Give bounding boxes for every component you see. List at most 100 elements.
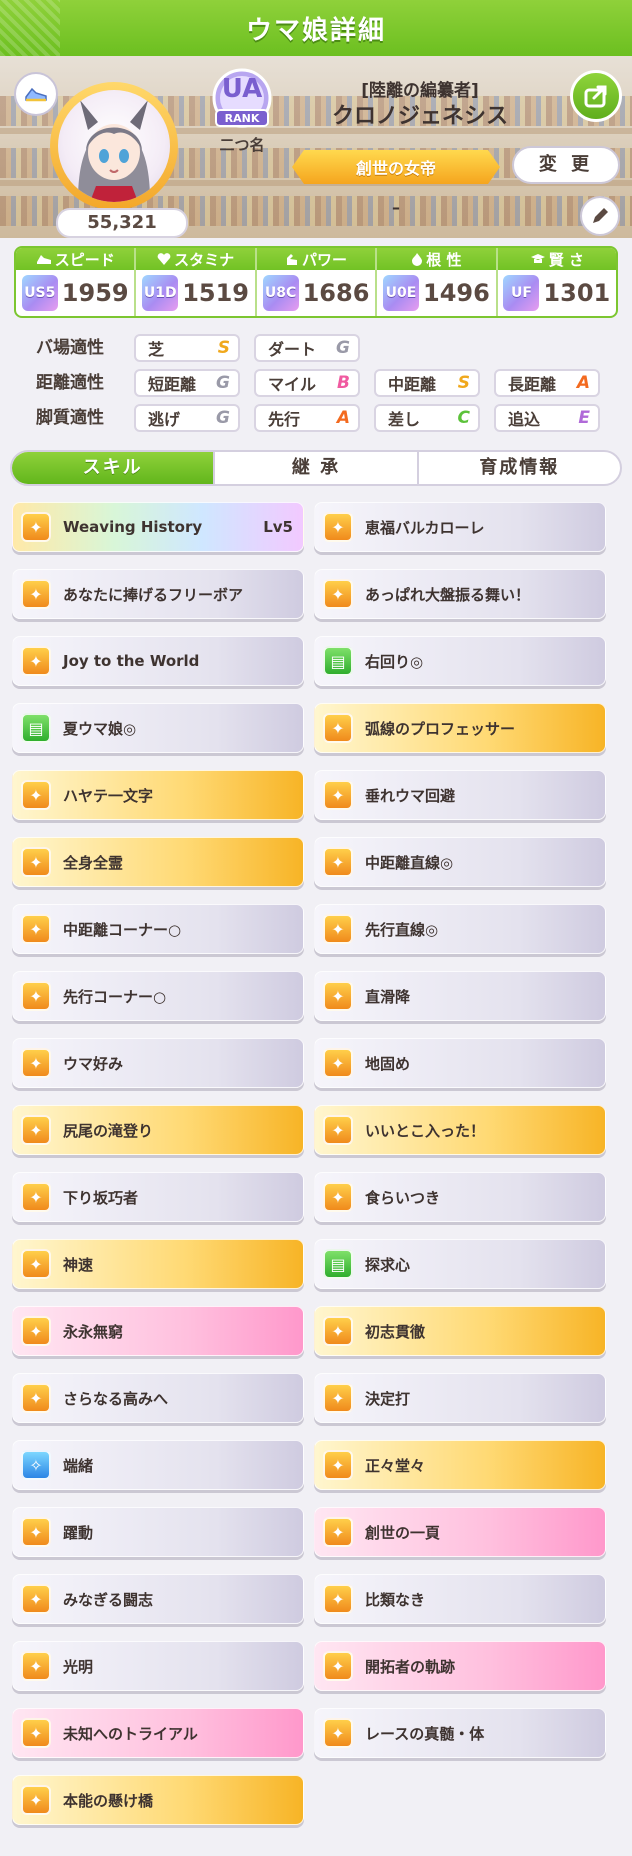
aptitude-name: 長距離 — [508, 375, 557, 394]
skill-item[interactable]: ✦ 垂れウマ回避 — [314, 770, 606, 820]
skill-item[interactable]: ✦ 全身全霊 — [12, 837, 304, 887]
skill-item[interactable]: ✦ みなぎる闘志 — [12, 1574, 304, 1624]
pencil-icon — [593, 208, 608, 223]
tab-skills[interactable]: スキル — [12, 452, 214, 484]
skill-item[interactable]: ✦ 本能の懸け橋 — [12, 1775, 304, 1825]
aptitude-chip: 中距離 S — [374, 369, 480, 397]
skill-item[interactable]: ✦ 未知へのトライアル — [12, 1708, 304, 1758]
aptitude-grade: G — [216, 408, 230, 428]
skill-speed-icon: ✦ — [323, 1182, 353, 1212]
skill-item[interactable]: ✧ 端緒 — [12, 1440, 304, 1490]
skill-name: Weaving History — [63, 518, 203, 536]
skill-name: 創世の一頁 — [365, 1523, 441, 1542]
skill-item[interactable]: ✦ 先行コーナー○ — [12, 971, 304, 1021]
skill-item[interactable]: ✦ 決定打 — [314, 1373, 606, 1423]
aptitude-chip: 芝 S — [134, 334, 240, 362]
skill-speed-icon: ✦ — [21, 914, 51, 944]
stat-power: パワー U8C 1686 — [256, 248, 378, 316]
share-button[interactable] — [570, 70, 622, 122]
skill-item[interactable]: ✦ 中距離直線◎ — [314, 837, 606, 887]
skill-item[interactable]: ✦ レースの真髄・体 — [314, 1708, 606, 1758]
skill-item[interactable]: ✦ 躍動 — [12, 1507, 304, 1557]
change-epithet-button[interactable]: 変 更 — [512, 146, 620, 184]
skill-item[interactable]: ✦ 初志貫徹 — [314, 1306, 606, 1356]
edit-memo-button[interactable] — [580, 196, 620, 236]
skill-item[interactable]: ✦ 中距離コーナー○ — [12, 904, 304, 954]
skill-item[interactable]: ✦ 弧線のプロフェッサー — [314, 703, 606, 753]
skill-item[interactable]: ✦ Weaving History Lv5 — [12, 502, 304, 552]
skill-name: 中距離直線◎ — [365, 853, 454, 872]
stats-panel: スピード US5 1959 スタミナ U1D 1519 パワー U8C 1686… — [14, 246, 618, 318]
skill-speed-icon: ✦ — [21, 1517, 51, 1547]
skill-name: 先行直線◎ — [365, 920, 439, 939]
stat-body: U8C 1686 — [257, 270, 375, 316]
skill-item[interactable]: ✦ あなたに捧げるフリーボア — [12, 569, 304, 619]
skill-item[interactable]: ▤ 夏ウマ娘◎ — [12, 703, 304, 753]
skill-item[interactable]: ✦ Joy to the World — [12, 636, 304, 686]
share-icon — [584, 85, 607, 108]
stat-grade-badge: U8C — [262, 275, 299, 311]
skill-item[interactable]: ✦ 地固め — [314, 1038, 606, 1088]
track-aptitude-label: バ場適性 — [36, 338, 104, 358]
aptitude-chip: ダート G — [254, 334, 360, 362]
skill-speed-icon: ✦ — [21, 847, 51, 877]
skill-item[interactable]: ✦ 創世の一頁 — [314, 1507, 606, 1557]
skill-item[interactable]: ▤ 探求心 — [314, 1239, 606, 1289]
skill-item[interactable]: ▤ 右回り◎ — [314, 636, 606, 686]
skill-name: さらなる高みへ — [63, 1389, 169, 1408]
stat-label: パワー — [302, 250, 348, 269]
skill-item[interactable]: ✦ 神速 — [12, 1239, 304, 1289]
aptitude-grade: A — [336, 408, 350, 428]
skill-speed-icon: ✦ — [21, 1383, 51, 1413]
aptitude-chip: 追込 E — [494, 404, 600, 432]
skill-item[interactable]: ✦ 先行直線◎ — [314, 904, 606, 954]
stat-stamina: スタミナ U1D 1519 — [136, 248, 257, 316]
rank-badge-text: UA — [221, 74, 263, 104]
stat-header: パワー — [256, 248, 376, 270]
skill-speed-icon: ✦ — [21, 1115, 51, 1145]
skill-item[interactable]: ✦ いいとこ入った！ — [314, 1105, 606, 1155]
skill-item[interactable]: ✦ 食らいつき — [314, 1172, 606, 1222]
skill-item[interactable]: ✦ 光明 — [12, 1641, 304, 1691]
skill-name: 食らいつき — [365, 1188, 441, 1207]
stat-body: UF 1301 — [498, 270, 616, 316]
skill-name: 端緒 — [63, 1456, 94, 1475]
skill-item[interactable]: ✦ ハヤテ一文字 — [12, 770, 304, 820]
skill-name: 直滑降 — [365, 987, 411, 1006]
stat-label: 賢 さ — [548, 250, 584, 269]
skill-item[interactable]: ✦ 正々堂々 — [314, 1440, 606, 1490]
aptitude-chip: 差し C — [374, 404, 480, 432]
shoe-icon — [36, 255, 51, 264]
tab-training-info[interactable]: 育成情報 — [416, 452, 620, 484]
shoe-button[interactable] — [14, 72, 58, 116]
skill-name: 正々堂々 — [365, 1456, 426, 1475]
skill-name: あっぱれ大盤振る舞い！ — [365, 585, 531, 604]
skill-item[interactable]: ✦ 尻尾の滝登り — [12, 1105, 304, 1155]
skill-name: 恵福バルカローレ — [365, 518, 485, 537]
skill-item[interactable]: ✦ 比類なき — [314, 1574, 606, 1624]
skill-speed-icon: ✦ — [323, 1316, 353, 1346]
distance-aptitude-row: 距離適性 短距離 G マイル B 中距離 S 長距離 A — [0, 367, 632, 399]
skill-speed-icon: ✦ — [323, 1517, 353, 1547]
skill-green-icon: ▤ — [323, 646, 353, 676]
skill-speed-icon: ✦ — [21, 579, 51, 609]
character-portrait-icon — [78, 100, 150, 202]
aptitude-grade: E — [578, 408, 590, 428]
skill-item[interactable]: ✦ 下り坂巧者 — [12, 1172, 304, 1222]
style-aptitude-label: 脚質適性 — [36, 408, 104, 428]
stat-speed: スピード US5 1959 — [16, 248, 137, 316]
rank-badge[interactable]: UA RANK — [206, 66, 278, 138]
skill-item[interactable]: ✦ ウマ好み — [12, 1038, 304, 1088]
skill-speed-icon: ✦ — [323, 1651, 353, 1681]
tab-inheritance[interactable]: 継 承 — [213, 452, 416, 484]
aptitude-grade: C — [457, 408, 470, 428]
skill-item[interactable]: ✦ 直滑降 — [314, 971, 606, 1021]
skill-item[interactable]: ✦ あっぱれ大盤振る舞い！ — [314, 569, 606, 619]
stat-grade-badge: UF — [503, 275, 540, 311]
skill-item[interactable]: ✦ 開拓者の軌跡 — [314, 1641, 606, 1691]
stat-label: 根 性 — [426, 250, 462, 269]
skill-item[interactable]: ✦ さらなる高みへ — [12, 1373, 304, 1423]
skill-item[interactable]: ✦ 恵福バルカローレ — [314, 502, 606, 552]
avatar[interactable] — [50, 82, 178, 210]
skill-item[interactable]: ✦ 永永無窮 — [12, 1306, 304, 1356]
